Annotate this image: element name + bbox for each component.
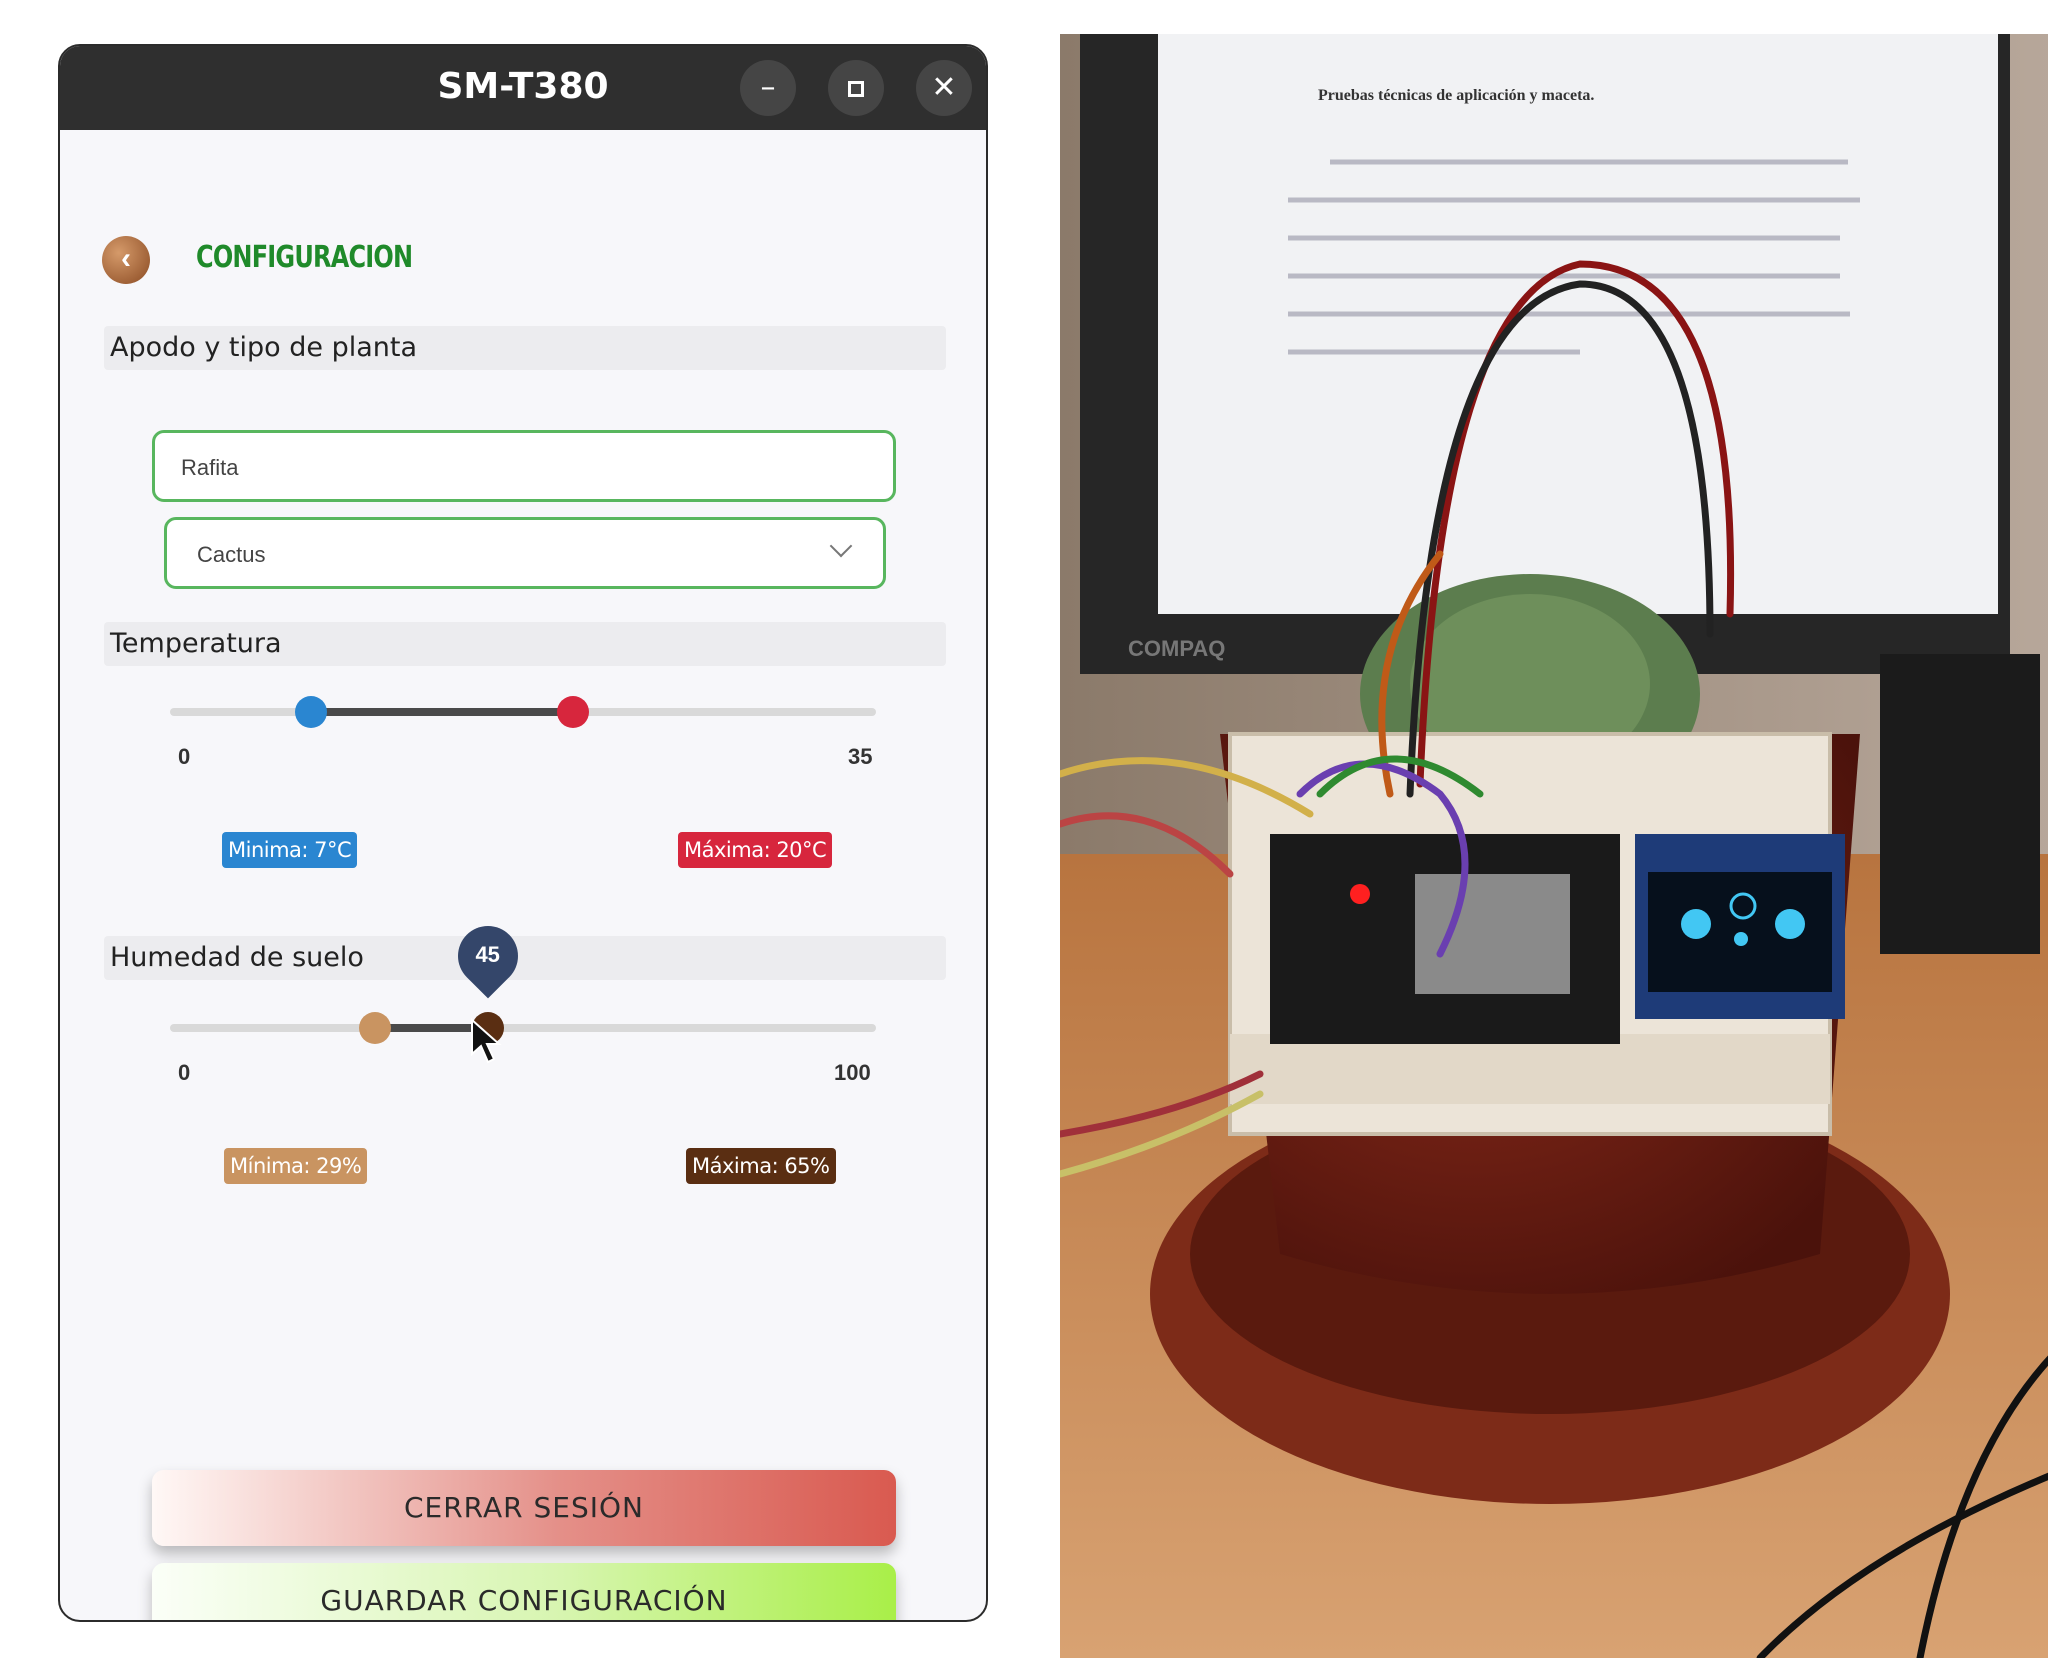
temperature-range-slider[interactable] — [170, 696, 876, 728]
maximize-button[interactable] — [828, 60, 884, 116]
temperature-active-range — [311, 708, 574, 716]
chevron-left-icon: ‹ — [121, 242, 131, 275]
logout-button[interactable]: CERRAR SESIÓN — [152, 1470, 896, 1546]
humidity-range-slider[interactable] — [170, 1012, 876, 1044]
settings-screen: ‹ CONFIGURACION Apodo y tipo de planta R… — [60, 130, 986, 1620]
app-window: SM-T380 – ✕ ‹ CONFIGURACION Apodo y tipo… — [58, 44, 988, 1622]
nickname-value: Rafita — [181, 455, 239, 480]
chevron-down-icon — [829, 534, 853, 558]
section-temperature-label: Temperatura — [110, 628, 282, 659]
section-plant: Apodo y tipo de planta — [104, 326, 946, 370]
temperature-max-thumb[interactable] — [557, 696, 590, 728]
save-settings-button[interactable]: GUARDAR CONFIGURACIÓN — [152, 1563, 896, 1620]
humidity-tooltip-text: 45 — [475, 942, 500, 967]
back-button[interactable]: ‹ — [102, 236, 150, 284]
minimize-icon: – — [760, 70, 776, 105]
close-icon: ✕ — [931, 70, 957, 105]
plant-type-value: Cactus — [197, 542, 266, 567]
temperature-min-thumb[interactable] — [295, 696, 328, 728]
monitor-brand: COMPAQ — [1128, 636, 1225, 661]
maximize-icon — [848, 80, 864, 97]
document-heading: Pruebas técnicas de aplicación y maceta. — [1318, 87, 1594, 104]
humidity-min-thumb[interactable] — [358, 1012, 391, 1044]
humidity-max-chip: Máxima: 65% — [686, 1148, 836, 1184]
smart-pot-photo: COMPAQ Pruebas técnicas de aplicación y … — [1060, 34, 2048, 1658]
window-titlebar[interactable]: SM-T380 – ✕ — [60, 46, 986, 130]
page-title: CONFIGURACION — [196, 240, 413, 275]
temperature-max-tick: 35 — [848, 744, 873, 769]
plant-type-select[interactable]: Cactus — [164, 517, 886, 589]
nickname-input[interactable]: Rafita — [152, 430, 896, 502]
close-button[interactable]: ✕ — [916, 60, 972, 116]
smart-pot-illustration: COMPAQ Pruebas técnicas de aplicación y … — [1060, 34, 2048, 1658]
mouse-pointer-icon — [471, 1018, 502, 1064]
temperature-min-chip: Minima: 7°C — [222, 832, 358, 868]
humidity-max-tick: 100 — [834, 1060, 871, 1085]
humidity-min-tick: 0 — [178, 1060, 191, 1085]
humidity-min-chip: Mínima: 29% — [224, 1148, 368, 1184]
minimize-button[interactable]: – — [740, 60, 796, 116]
section-plant-label: Apodo y tipo de planta — [110, 332, 418, 363]
section-humidity: Humedad de suelo — [104, 936, 946, 980]
temperature-max-chip: Máxima: 20°C — [678, 832, 833, 868]
section-humidity-label: Humedad de suelo — [110, 942, 364, 973]
temperature-min-tick: 0 — [178, 744, 191, 769]
section-temperature: Temperatura — [104, 622, 946, 666]
